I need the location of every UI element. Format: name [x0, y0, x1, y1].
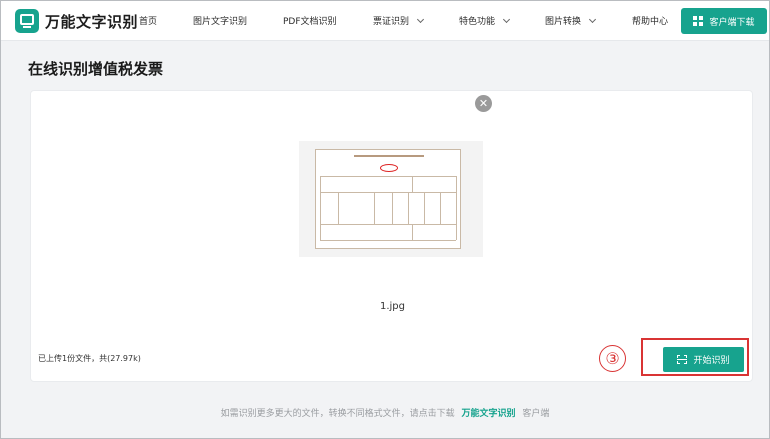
red-circle-mark: [380, 164, 398, 172]
chevron-down-icon: [502, 15, 511, 23]
nav-item-label: 图片文字识别: [193, 17, 248, 27]
upload-status-text: 已上传1份文件，共(27.97k): [38, 354, 141, 363]
nav-item-label: 特色功能: [459, 17, 496, 27]
file-name: 1.jpg: [379, 301, 405, 312]
client-download-label: 客户端下载: [709, 17, 755, 28]
monitor-logo-icon: [15, 9, 39, 33]
footer-note-prefix: 如需识别更多更大的文件，转换不同格式文件，请点击下载: [220, 409, 455, 419]
nav-item-ticket-ocr[interactable]: 票证识别: [373, 14, 425, 27]
chevron-down-icon: [588, 15, 597, 23]
file-thumbnail: [299, 141, 483, 257]
annotation-highlight-box: [641, 338, 749, 376]
nav-item-help[interactable]: 帮助中心: [632, 14, 668, 27]
nav-item-features[interactable]: 特色功能: [459, 14, 511, 27]
chevron-down-icon: [416, 15, 425, 23]
windows-icon: [693, 16, 703, 26]
client-download-button[interactable]: 客户端下载: [681, 8, 767, 34]
invoice-preview-image: [315, 149, 461, 249]
brand-logo[interactable]: 万能文字识别: [15, 9, 138, 33]
nav-item-image-ocr[interactable]: 图片文字识别: [193, 14, 247, 27]
nav-item-label: PDF文档识别: [283, 17, 337, 27]
nav-item-label: 票证识别: [373, 17, 410, 27]
nav-item-label: 首页: [139, 17, 158, 27]
close-icon[interactable]: ✕: [475, 95, 492, 112]
page-title: 在线识别增值税发票: [28, 60, 164, 78]
footer-note-suffix: 客户端: [522, 409, 550, 419]
footer-note: 如需识别更多更大的文件，转换不同格式文件，请点击下载 万能文字识别 客户端: [0, 406, 770, 419]
top-navigation-bar: 万能文字识别 首页 图片文字识别 PDF文档识别 票证识别 特色功能 图片转换 …: [1, 1, 769, 41]
footer-brand-link[interactable]: 万能文字识别: [461, 409, 515, 419]
nav-item-label: 帮助中心: [632, 17, 669, 27]
nav-item-home[interactable]: 首页: [139, 14, 157, 27]
step-number-marker: ③: [599, 345, 626, 372]
nav-item-pdf-ocr[interactable]: PDF文档识别: [283, 14, 337, 27]
nav-item-label: 图片转换: [545, 17, 582, 27]
nav-item-image-convert[interactable]: 图片转换: [545, 14, 597, 27]
brand-name: 万能文字识别: [45, 12, 139, 31]
